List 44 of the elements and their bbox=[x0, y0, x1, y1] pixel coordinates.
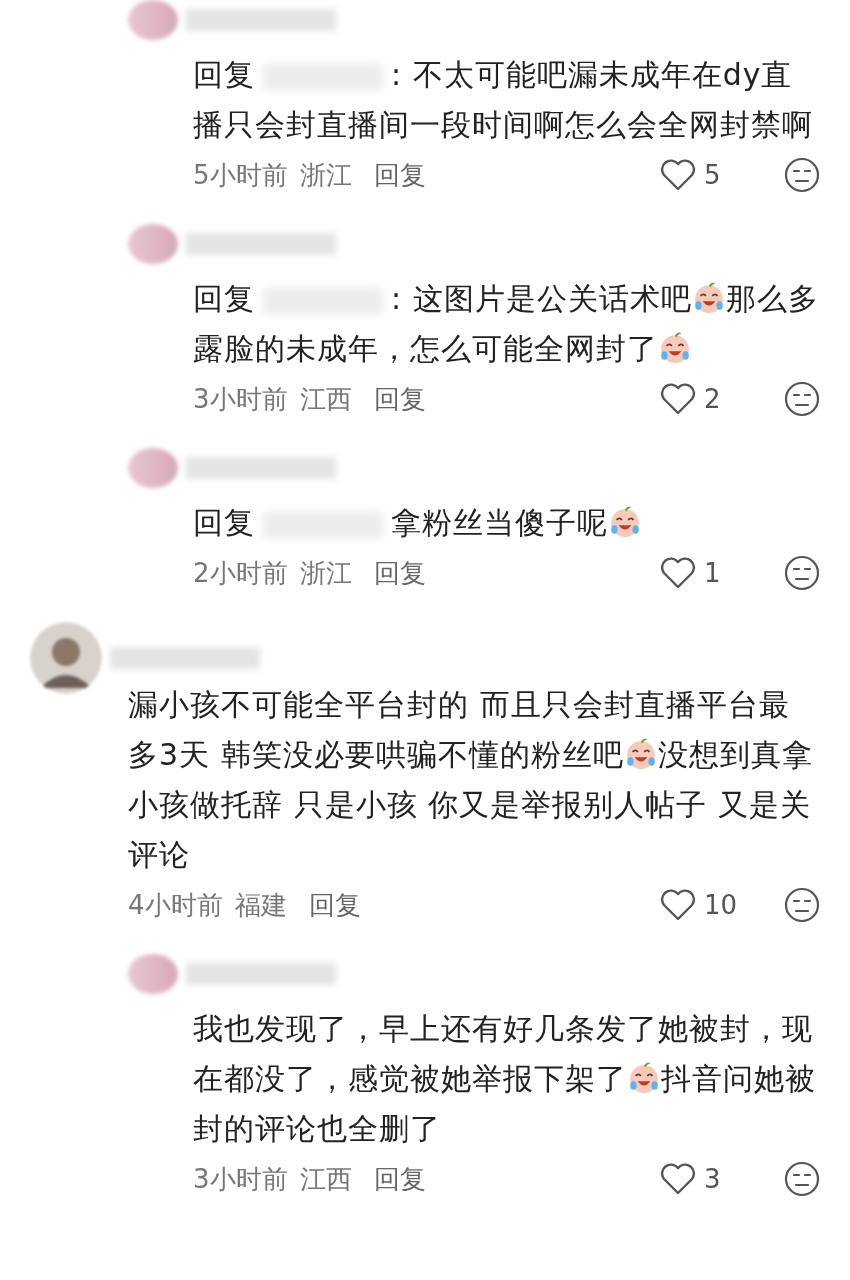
location: 浙江 bbox=[299, 556, 352, 590]
location: 浙江 bbox=[299, 158, 352, 192]
blurred-name[interactable] bbox=[186, 233, 336, 255]
neutral-face-icon[interactable] bbox=[784, 1161, 820, 1197]
crying-laugh-emoji-icon bbox=[658, 330, 692, 364]
heart-icon[interactable] bbox=[660, 159, 696, 191]
blurred-name[interactable] bbox=[186, 963, 336, 985]
comment-text: 我也发现了，早上还有好几条发了她被封，现在都没了，感觉被她举报下架了 抖音问她被封的评论也全删了 bbox=[193, 1010, 817, 1148]
like-count: 3 bbox=[704, 1164, 722, 1194]
neutral-face-icon[interactable] bbox=[784, 381, 820, 417]
heart-icon[interactable] bbox=[660, 383, 696, 415]
neutral-face-icon[interactable] bbox=[784, 555, 820, 591]
blurred-name[interactable] bbox=[186, 457, 336, 479]
heart-icon[interactable] bbox=[660, 1163, 696, 1195]
comment-text: 回复 : 不太可能吧漏未成年在dy直播只会封直播间一段时间啊怎么会全网封禁啊 bbox=[193, 56, 814, 144]
reply-link[interactable]: 回复 bbox=[308, 887, 361, 923]
comment-text: 回复 拿粉丝当傻子呢 bbox=[193, 498, 820, 548]
crying-laugh-emoji-icon bbox=[627, 1060, 661, 1094]
location: 江西 bbox=[299, 1162, 352, 1196]
heart-icon[interactable] bbox=[660, 889, 696, 921]
blurred-name[interactable] bbox=[110, 647, 260, 669]
reply-link[interactable]: 回复 bbox=[373, 381, 426, 417]
like-count: 2 bbox=[704, 384, 722, 414]
crying-laugh-emoji-icon bbox=[608, 504, 642, 538]
heart-icon[interactable] bbox=[660, 557, 696, 589]
like-count: 10 bbox=[704, 890, 739, 920]
comment-text: 回复 : 这图片是公关话术吧 那么多露脸的未成年，怎么可能全网封了 bbox=[193, 279, 820, 368]
comment-text: 漏小孩不可能全平台封的 而且只会封直播平台最多3天 韩笑没必要哄骗不懂的粉丝吧 没想到真拿小孩做托辞 只是小孩 你又是举报别人帖子 又是关评论 bbox=[128, 686, 814, 874]
reply-link[interactable]: 回复 bbox=[373, 157, 426, 193]
timestamp: 3小时前 bbox=[193, 382, 288, 416]
avatar[interactable] bbox=[30, 622, 102, 694]
reply-link[interactable]: 回复 bbox=[373, 555, 426, 591]
timestamp: 5小时前 bbox=[193, 158, 288, 192]
neutral-face-icon[interactable] bbox=[784, 887, 820, 923]
location: 福建 bbox=[234, 888, 287, 922]
neutral-face-icon[interactable] bbox=[784, 157, 820, 193]
blurred-name[interactable] bbox=[186, 9, 336, 31]
timestamp: 4小时前 bbox=[128, 888, 223, 922]
like-count: 5 bbox=[704, 160, 722, 190]
timestamp: 2小时前 bbox=[193, 556, 288, 590]
like-count: 1 bbox=[704, 558, 722, 588]
location: 江西 bbox=[299, 382, 352, 416]
timestamp: 3小时前 bbox=[193, 1162, 288, 1196]
reply-link[interactable]: 回复 bbox=[373, 1161, 426, 1197]
